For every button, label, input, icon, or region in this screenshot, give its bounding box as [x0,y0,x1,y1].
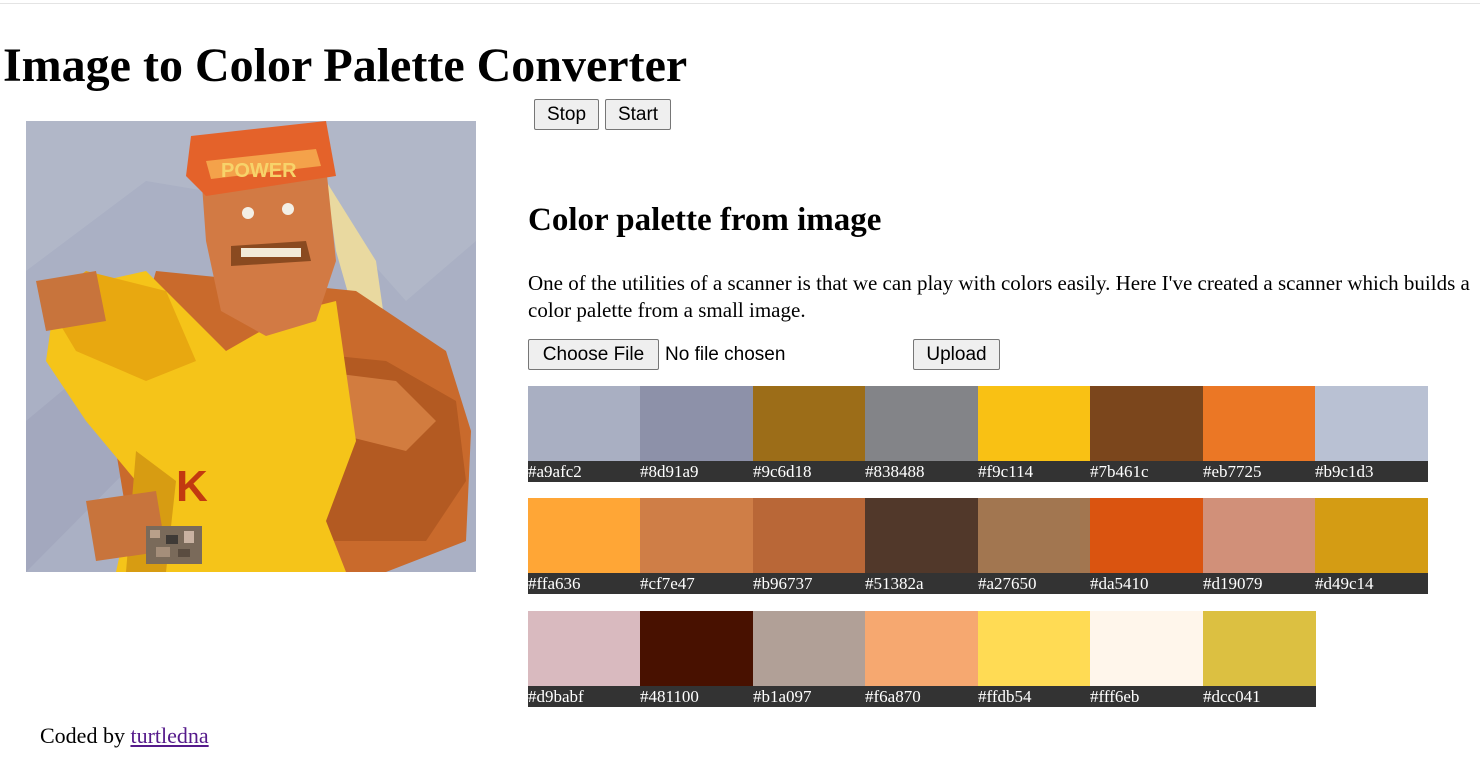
color-swatch: #8d91a9 [640,386,753,482]
swatch-color [978,386,1091,461]
swatch-color [1315,386,1428,461]
swatch-color [528,611,641,686]
color-swatch: #9c6d18 [753,386,866,482]
swatch-color [1203,498,1316,573]
color-swatch: #a27650 [978,498,1091,594]
swatch-color [865,611,978,686]
swatch-hex-label: #8d91a9 [640,461,753,482]
swatch-color [640,386,753,461]
swatch-hex-label: #51382a [865,573,978,594]
section-heading: Color palette from image [528,202,882,238]
footer-credit: Coded by turtledna [40,722,209,750]
swatch-color [1090,498,1203,573]
swatch-hex-label: #ffa636 [528,573,641,594]
swatch-color [528,498,641,573]
swatch-hex-label: #fff6eb [1090,686,1203,707]
swatch-hex-label: #a9afc2 [528,461,641,482]
footer-prefix: Coded by [40,723,125,748]
swatch-hex-label: #9c6d18 [753,461,866,482]
color-swatch: #ffdb54 [978,611,1091,707]
swatch-color [865,386,978,461]
color-swatch: #f6a870 [865,611,978,707]
swatch-hex-label: #cf7e47 [640,573,753,594]
swatch-color [640,498,753,573]
section-description: One of the utilities of a scanner is tha… [528,271,1470,322]
swatch-hex-label: #7b461c [1090,461,1203,482]
page-title: Image to Color Palette Converter [3,39,688,92]
color-swatch: #dcc041 [1203,611,1316,707]
swatch-hex-label: #b1a097 [753,686,866,707]
swatch-hex-label: #ffdb54 [978,686,1091,707]
swatch-hex-label: #f6a870 [865,686,978,707]
color-swatch: #a9afc2 [528,386,641,482]
swatch-color [1203,386,1316,461]
color-swatch: #d9babf [528,611,641,707]
svg-text:POWER: POWER [221,160,297,182]
swatch-color [1315,498,1428,573]
author-link[interactable]: turtledna [130,723,208,748]
swatch-hex-label: #b96737 [753,573,866,594]
swatch-color [528,386,641,461]
color-swatch: #b9c1d3 [1315,386,1428,482]
color-swatch: #838488 [865,386,978,482]
swatch-hex-label: #d49c14 [1315,573,1428,594]
swatch-color [1090,611,1203,686]
color-swatch: #d49c14 [1315,498,1428,594]
color-swatch: #da5410 [1090,498,1203,594]
color-swatch: #cf7e47 [640,498,753,594]
swatch-color [1203,611,1316,686]
color-swatch: #51382a [865,498,978,594]
color-swatch: #f9c114 [978,386,1091,482]
swatch-hex-label: #dcc041 [1203,686,1316,707]
swatch-color [640,611,753,686]
file-status-text: No file chosen [665,344,786,365]
swatch-color [978,498,1091,573]
swatch-color [753,386,866,461]
swatch-color [753,611,866,686]
color-swatch: #eb7725 [1203,386,1316,482]
swatch-hex-label: #b9c1d3 [1315,461,1428,482]
swatch-hex-label: #da5410 [1090,573,1203,594]
top-divider [0,3,1480,4]
start-button[interactable]: Start [605,99,671,130]
swatch-hex-label: #eb7725 [1203,461,1316,482]
upload-button[interactable]: Upload [913,339,1000,370]
color-swatch: #d19079 [1203,498,1316,594]
choose-file-button[interactable]: Choose File [528,339,659,370]
swatch-hex-label: #d9babf [528,686,641,707]
swatch-hex-label: #d19079 [1203,573,1316,594]
color-swatch: #7b461c [1090,386,1203,482]
swatch-hex-label: #481100 [640,686,753,707]
swatch-hex-label: #f9c114 [978,461,1091,482]
source-image: K POWER [26,121,476,572]
color-swatch: #fff6eb [1090,611,1203,707]
color-swatch: #481100 [640,611,753,707]
svg-text:K: K [176,462,208,511]
swatch-hex-label: #838488 [865,461,978,482]
swatch-color [1090,386,1203,461]
swatch-hex-label: #a27650 [978,573,1091,594]
stop-button[interactable]: Stop [534,99,599,130]
color-swatch: #ffa636 [528,498,641,594]
swatch-color [978,611,1091,686]
swatch-color [753,498,866,573]
swatch-color [865,498,978,573]
color-swatch: #b96737 [753,498,866,594]
color-swatch: #b1a097 [753,611,866,707]
